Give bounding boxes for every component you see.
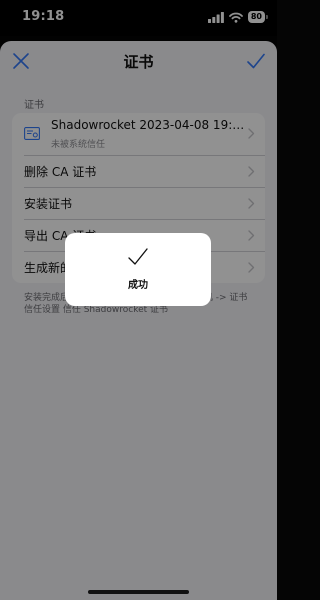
checkmark-icon [128, 248, 148, 265]
success-toast: 成功 [65, 233, 211, 306]
toast-message: 成功 [128, 280, 148, 291]
home-indicator[interactable] [88, 590, 189, 594]
